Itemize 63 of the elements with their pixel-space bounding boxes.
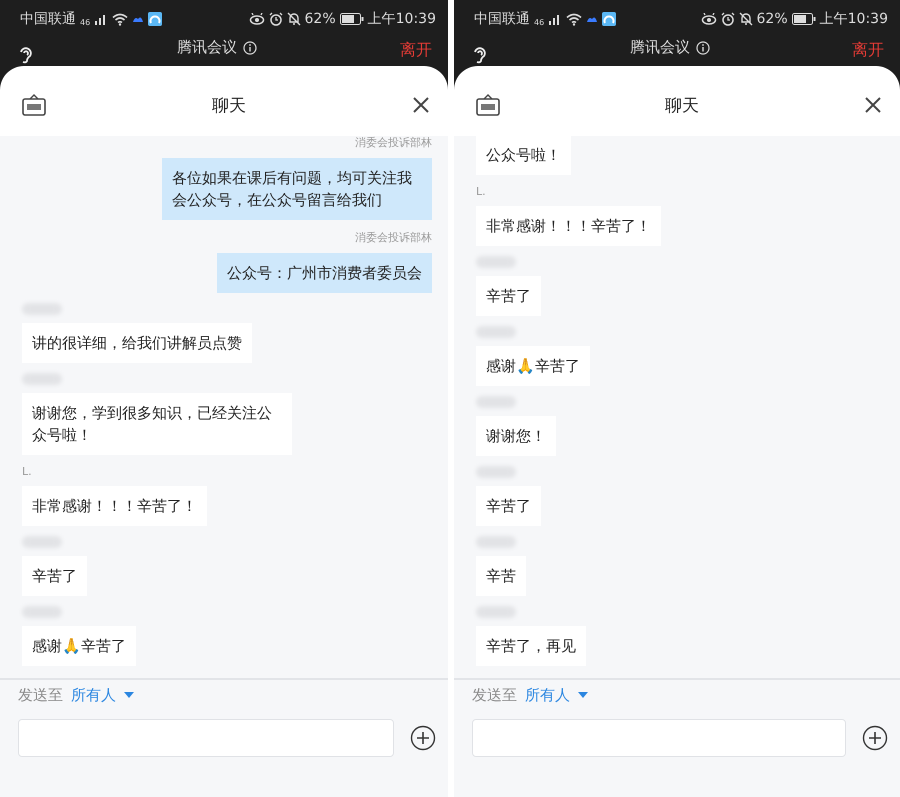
carrier-name: 中国联通 xyxy=(20,10,76,28)
meeting-title: 腾讯会议 xyxy=(177,38,237,57)
add-icon[interactable] xyxy=(862,725,888,751)
leave-button[interactable]: 离开 xyxy=(852,38,884,61)
sender-name: 消委会投诉部林 xyxy=(355,136,432,150)
chat-title: 聊天 xyxy=(212,94,246,116)
send-to-label: 发送至 xyxy=(18,686,63,705)
battery-icon xyxy=(792,13,816,25)
close-icon[interactable] xyxy=(412,96,430,114)
network-type: 46 xyxy=(80,18,90,27)
chat-title: 聊天 xyxy=(665,94,699,116)
message-bubble: 非常感谢！！！辛苦了！ xyxy=(476,206,661,246)
send-to-label: 发送至 xyxy=(472,686,517,705)
add-icon[interactable] xyxy=(410,725,436,751)
wifi-icon xyxy=(566,12,582,26)
message-bubble: 讲的很详细，给我们讲解员点赞 xyxy=(22,323,252,363)
cloud-icon xyxy=(132,15,144,23)
info-icon[interactable] xyxy=(696,40,710,54)
close-icon[interactable] xyxy=(864,96,882,114)
message-input[interactable] xyxy=(472,719,846,757)
notice-board-icon[interactable] xyxy=(476,94,500,116)
sender-name: L. xyxy=(476,185,486,198)
eye-icon xyxy=(248,13,265,25)
message-bubble: 辛苦了 xyxy=(22,556,87,596)
eye-icon xyxy=(700,13,717,25)
info-icon[interactable] xyxy=(243,40,257,54)
battery-percent: 62% xyxy=(756,11,788,27)
battery-icon xyxy=(340,13,364,25)
caret-icon xyxy=(124,692,134,699)
cloud-icon xyxy=(586,15,598,23)
bell-off-icon xyxy=(286,12,301,26)
bell-off-icon xyxy=(738,12,753,26)
message-bubble: 公众号啦！ xyxy=(476,136,571,175)
message-bubble: 谢谢您！ xyxy=(476,416,556,456)
message-bubble: 感谢🙏辛苦了 xyxy=(22,626,136,666)
message-bubble: 辛苦了，再见 xyxy=(476,626,586,666)
recipient-dropdown[interactable]: 所有人 xyxy=(71,686,134,705)
sender-name: L. xyxy=(22,465,32,478)
carrier-name: 中国联通 xyxy=(474,10,530,28)
clock-time: 上午10:39 xyxy=(820,10,888,28)
message-bubble: 辛苦了 xyxy=(476,486,541,526)
wifi-icon xyxy=(112,12,128,26)
message-input[interactable] xyxy=(18,719,394,757)
caret-icon xyxy=(578,692,588,699)
leave-button[interactable]: 离开 xyxy=(400,38,432,61)
sender-name: 消委会投诉部林 xyxy=(355,230,432,245)
meeting-title: 腾讯会议 xyxy=(630,38,690,57)
message-bubble: 辛苦 xyxy=(476,556,526,596)
message-bubble: 各位如果在课后有问题，均可关注我会公众号，在公众号留言给我们 xyxy=(162,158,432,220)
app-icon xyxy=(602,12,616,26)
recipient-dropdown[interactable]: 所有人 xyxy=(525,686,588,705)
app-icon xyxy=(148,12,162,26)
message-bubble: 非常感谢！！！辛苦了！ xyxy=(22,486,207,526)
message-bubble: 感谢🙏辛苦了 xyxy=(476,346,590,386)
alarm-icon xyxy=(268,12,283,26)
notice-board-icon[interactable] xyxy=(22,94,46,116)
alarm-icon xyxy=(720,12,735,26)
message-bubble: 辛苦了 xyxy=(476,276,541,316)
message-bubble: 公众号：广州市消费者委员会 xyxy=(217,253,432,293)
message-bubble: 谢谢您，学到很多知识，已经关注公众号啦！ xyxy=(22,393,292,455)
battery-percent: 62% xyxy=(304,11,336,27)
clock-time: 上午10:39 xyxy=(368,10,436,28)
network-type: 46 xyxy=(534,18,544,27)
